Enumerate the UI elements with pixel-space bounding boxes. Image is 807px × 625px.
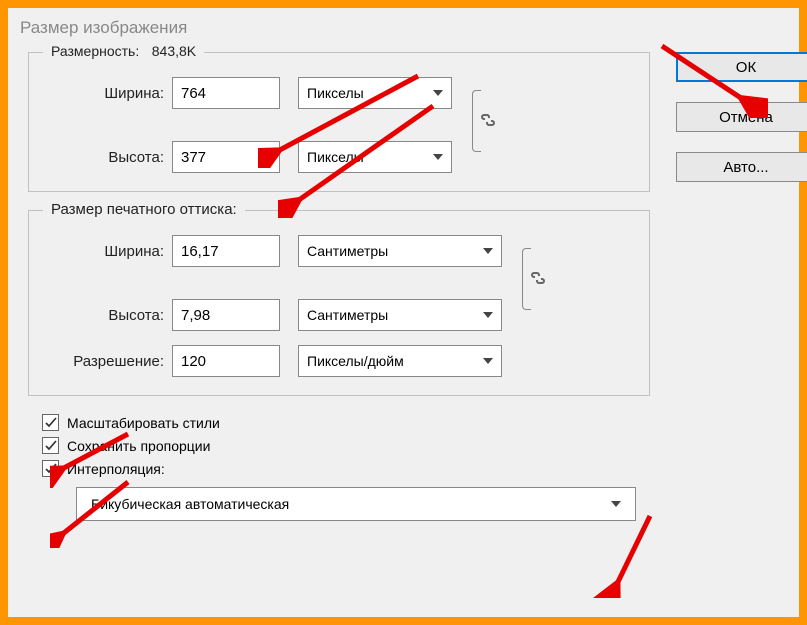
filesize-value: 843,8K bbox=[152, 43, 196, 59]
pixel-dimensions-group: Размерность: 843,8K Ширина: Пикселы bbox=[28, 52, 650, 192]
document-size-legend: Размер печатного оттиска: bbox=[43, 201, 245, 218]
pixel-height-unit-select[interactable]: Пикселы bbox=[298, 141, 452, 173]
select-value: Пикселы/дюйм bbox=[307, 353, 404, 369]
doc-height-label: Высота: bbox=[47, 307, 172, 324]
doc-width-unit-select[interactable]: Сантиметры bbox=[298, 235, 502, 267]
select-value: Пикселы bbox=[307, 149, 364, 165]
chevron-down-icon bbox=[611, 501, 621, 507]
select-value: Сантиметры bbox=[307, 307, 388, 323]
constrain-proportions-checkbox[interactable]: Сохранить пропорции bbox=[42, 437, 650, 454]
constrain-link-icon[interactable] bbox=[512, 248, 556, 308]
pixel-width-unit-select[interactable]: Пикселы bbox=[298, 77, 452, 109]
interpolation-select[interactable]: Бикубическая автоматическая bbox=[76, 487, 636, 521]
pixel-height-input[interactable] bbox=[172, 141, 280, 173]
checkbox-label: Масштабировать стили bbox=[67, 415, 220, 431]
resolution-input[interactable] bbox=[172, 345, 280, 377]
select-value: Сантиметры bbox=[307, 243, 388, 259]
checkbox-icon bbox=[42, 460, 59, 477]
checkbox-label: Интерполяция: bbox=[67, 461, 165, 477]
scale-styles-checkbox[interactable]: Масштабировать стили bbox=[42, 414, 650, 431]
checkbox-icon bbox=[42, 437, 59, 454]
select-value: Пикселы bbox=[307, 85, 364, 101]
cancel-button[interactable]: Отмена bbox=[676, 102, 807, 132]
constrain-link-icon[interactable] bbox=[462, 90, 506, 150]
width-label: Ширина: bbox=[47, 85, 172, 102]
annotation-arrow bbox=[568, 508, 668, 598]
resolution-label: Разрешение: bbox=[47, 353, 172, 370]
chevron-down-icon bbox=[483, 312, 493, 318]
image-size-dialog: Размер изображения Размерность: 843,8K Ш… bbox=[8, 8, 799, 617]
doc-width-label: Ширина: bbox=[47, 243, 172, 260]
pixel-dimensions-legend: Размерность: 843,8K bbox=[43, 43, 204, 60]
doc-width-input[interactable] bbox=[172, 235, 280, 267]
ok-button[interactable]: ОК bbox=[676, 52, 807, 82]
checkbox-label: Сохранить пропорции bbox=[67, 438, 210, 454]
chevron-down-icon bbox=[483, 248, 493, 254]
resample-checkbox[interactable]: Интерполяция: bbox=[42, 460, 650, 477]
chevron-down-icon bbox=[433, 154, 443, 160]
document-size-group: Размер печатного оттиска: Ширина: Сантим… bbox=[28, 210, 650, 396]
auto-button[interactable]: Авто... bbox=[676, 152, 807, 182]
select-value: Бикубическая автоматическая bbox=[91, 496, 289, 512]
resolution-unit-select[interactable]: Пикселы/дюйм bbox=[298, 345, 502, 377]
doc-height-input[interactable] bbox=[172, 299, 280, 331]
chevron-down-icon bbox=[483, 358, 493, 364]
pixel-width-input[interactable] bbox=[172, 77, 280, 109]
doc-height-unit-select[interactable]: Сантиметры bbox=[298, 299, 502, 331]
chevron-down-icon bbox=[433, 90, 443, 96]
height-label: Высота: bbox=[47, 149, 172, 166]
checkbox-icon bbox=[42, 414, 59, 431]
legend-text: Размерность: bbox=[51, 43, 139, 59]
